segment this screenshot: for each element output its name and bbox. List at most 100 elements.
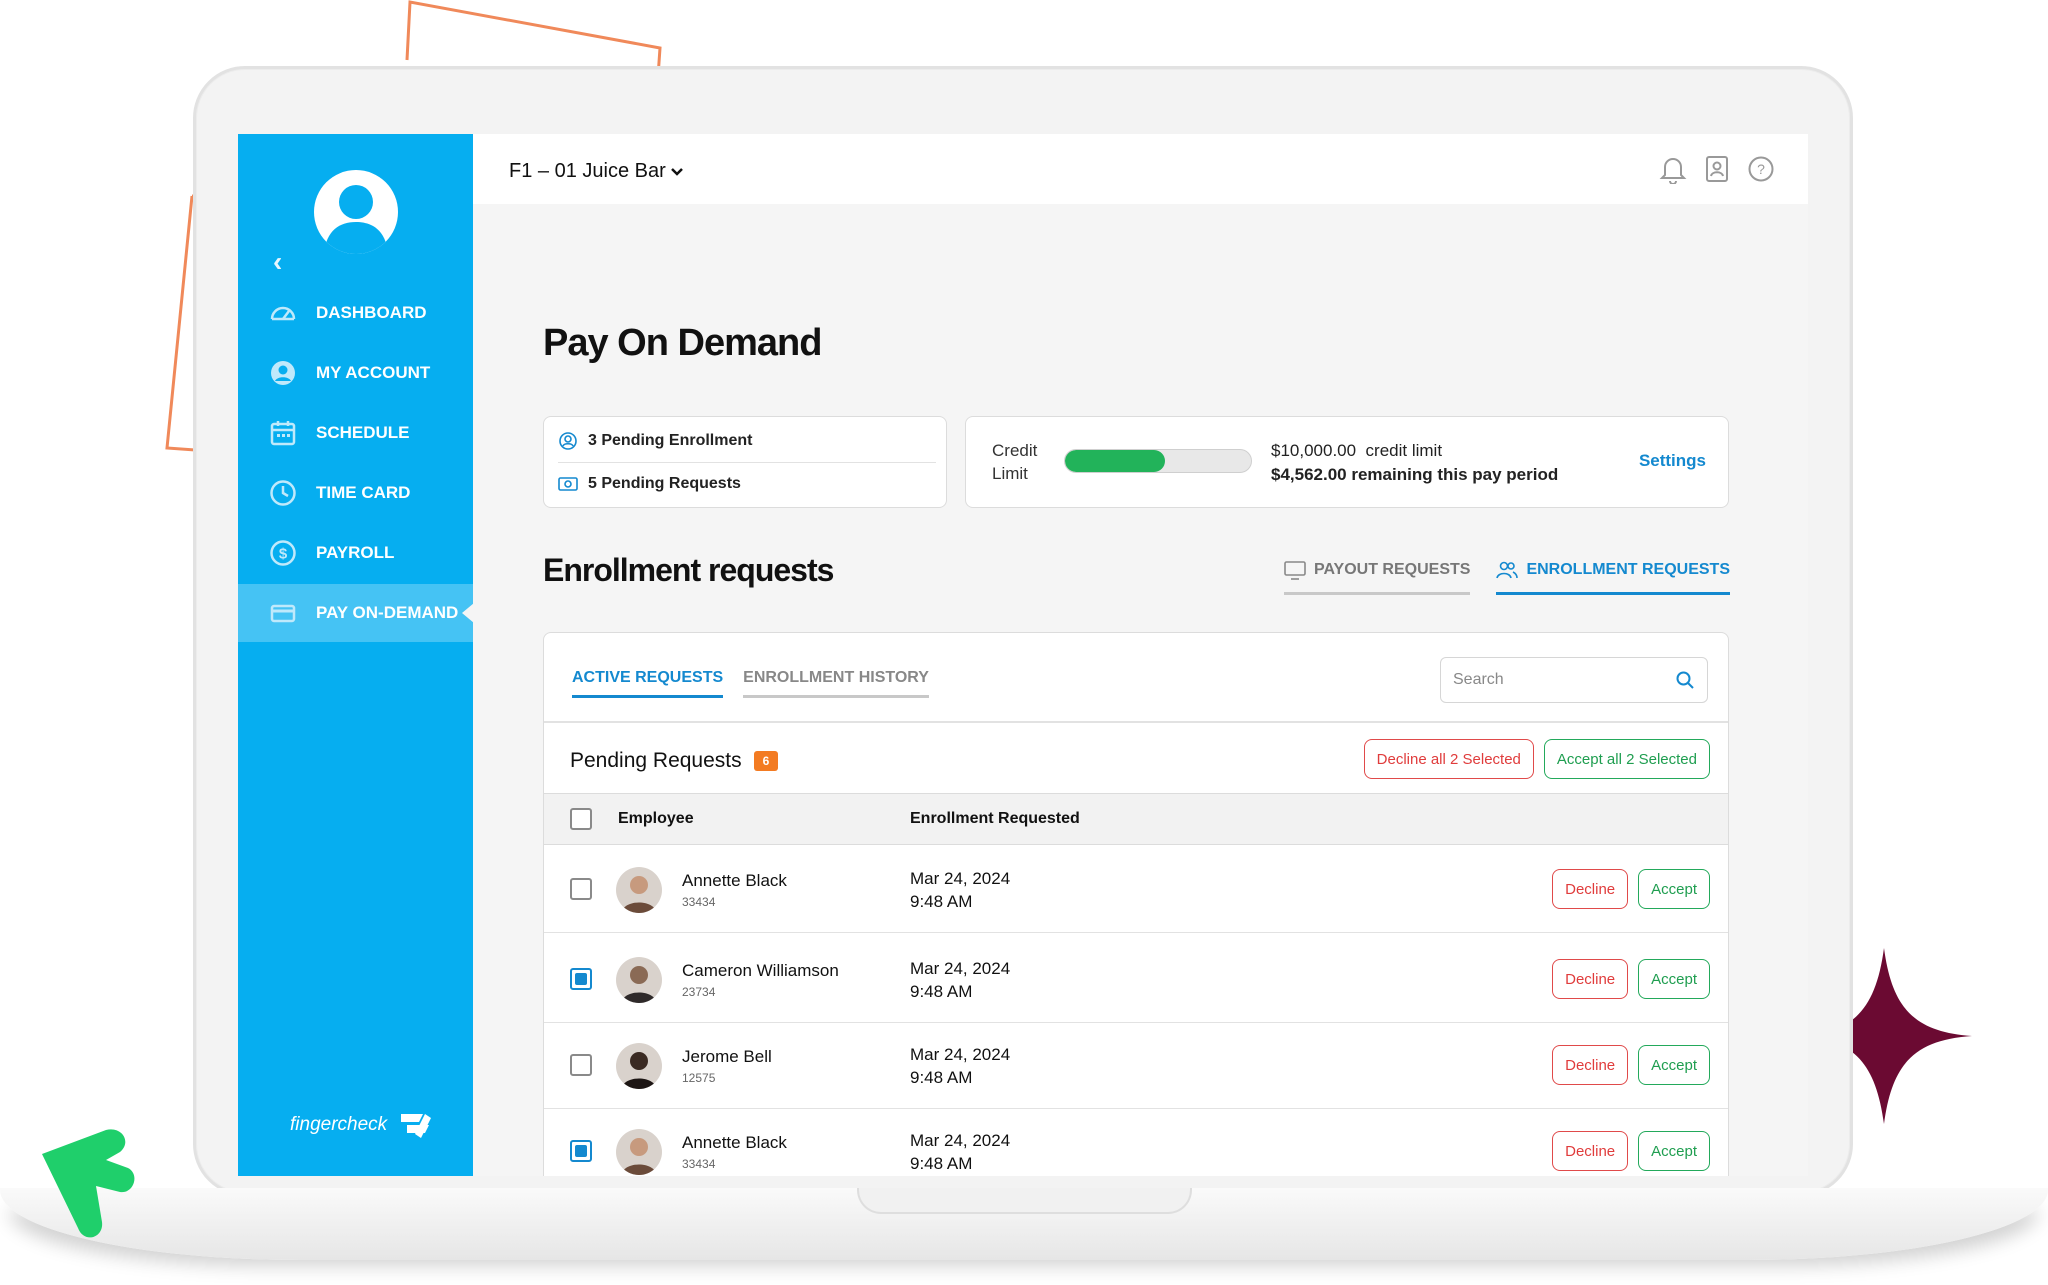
credit-progress-bar (1064, 449, 1252, 473)
pending-enrollment-item[interactable]: 3 Pending Enrollment (558, 431, 752, 451)
location-selector[interactable]: F1 – 01 Juice Bar (509, 160, 684, 183)
brand-logo: fingercheck (290, 1110, 433, 1140)
app-screen: ‹ DASHBOARD MY ACCOUNT SCHEDULE TIME CAR… (238, 134, 1808, 1176)
table-row: Annette Black 33434 Mar 24, 2024 9:48 AM… (544, 1107, 1728, 1176)
row-checkbox[interactable] (570, 1140, 592, 1162)
sub-tabs: ACTIVE REQUESTS ENROLLMENT HISTORY (572, 669, 929, 698)
credit-limit-card: Credit Limit $10,000.00 credit limit $4,… (965, 416, 1729, 508)
pending-requests-item[interactable]: 5 Pending Requests (558, 475, 741, 493)
main-content: Pay On Demand 3 Pending Enrollment 5 Pen… (487, 204, 1808, 1176)
sidebar-item-label: PAYROLL (316, 543, 395, 562)
enrollment-requested-date: Mar 24, 2024 9:48 AM (910, 1043, 1010, 1089)
credit-limit-label: Credit Limit (992, 439, 1037, 485)
decline-button[interactable]: Decline (1552, 869, 1629, 909)
monitor-cash-icon (1284, 561, 1306, 580)
employee-id: 33434 (682, 1157, 716, 1171)
search-icon[interactable] (1675, 670, 1695, 690)
row-actions: Decline Accept (1552, 959, 1710, 999)
dollar-icon: $ (268, 538, 298, 568)
decline-button[interactable]: Decline (1552, 1131, 1629, 1171)
fingercheck-logo-icon (401, 1114, 432, 1138)
clock-icon (268, 478, 298, 508)
help-icon[interactable]: ? (1746, 154, 1776, 184)
chevron-down-icon (670, 167, 683, 176)
sidebar-item-payroll[interactable]: $ PAYROLL (238, 524, 473, 582)
enrollment-requested-date: Mar 24, 2024 9:48 AM (910, 867, 1010, 913)
top-icons: ? (1658, 154, 1776, 184)
decline-all-selected-button[interactable]: Decline all 2 Selected (1363, 739, 1534, 779)
request-time: 9:48 AM (910, 892, 973, 911)
request-date: Mar 24, 2024 (910, 1045, 1011, 1064)
sidebar-item-time-card[interactable]: TIME CARD (238, 464, 473, 522)
tab-enrollment-history[interactable]: ENROLLMENT HISTORY (743, 669, 929, 698)
employee-avatar (616, 1129, 662, 1175)
request-date: Mar 24, 2024 (910, 1131, 1011, 1150)
sidebar-item-label: TIME CARD (316, 483, 411, 502)
request-type-tabs: PAYOUT REQUESTS ENROLLMENT REQUESTS (1283, 560, 1730, 595)
employee-avatar (616, 1043, 662, 1089)
sidebar-item-pay-on-demand[interactable]: PAY ON-DEMAND (238, 584, 474, 642)
employee-id: 33434 (682, 895, 716, 909)
green-arrow-decoration (42, 1129, 135, 1238)
pending-requests-title: Pending Requests (570, 749, 742, 772)
credit-label-line1: Credit (992, 441, 1038, 460)
row-checkbox[interactable] (570, 968, 592, 990)
select-all-checkbox[interactable] (570, 808, 592, 830)
section-title: Enrollment requests (543, 552, 834, 588)
contact-card-icon[interactable] (1702, 154, 1732, 184)
request-time: 9:48 AM (910, 982, 973, 1001)
sidebar-item-dashboard[interactable]: DASHBOARD (238, 284, 473, 342)
bulk-actions: Decline all 2 Selected Accept all 2 Sele… (1363, 739, 1710, 779)
users-icon (1496, 561, 1519, 579)
table-header: Employee Enrollment Requested (544, 793, 1728, 845)
employee-id: 23734 (682, 985, 716, 999)
pending-enrollment-text: 3 Pending Enrollment (588, 432, 753, 449)
decline-button[interactable]: Decline (1552, 959, 1629, 999)
request-date: Mar 24, 2024 (910, 959, 1011, 978)
collapse-sidebar-icon[interactable]: ‹ (273, 246, 282, 278)
credit-limit-line: $10,000.00 credit limit (1271, 439, 1558, 463)
card-icon (268, 598, 298, 628)
row-checkbox[interactable] (570, 878, 592, 900)
accept-all-selected-button[interactable]: Accept all 2 Selected (1543, 739, 1710, 779)
sidebar-item-my-account[interactable]: MY ACCOUNT (238, 344, 473, 402)
accept-button[interactable]: Accept (1638, 1045, 1710, 1085)
accept-button[interactable]: Accept (1638, 869, 1710, 909)
request-time: 9:48 AM (910, 1068, 973, 1087)
row-checkbox[interactable] (570, 1054, 592, 1076)
brand-name: fingercheck (290, 1114, 388, 1135)
accept-button[interactable]: Accept (1638, 959, 1710, 999)
decline-button[interactable]: Decline (1552, 1045, 1629, 1085)
employee-name: Annette Black (682, 871, 787, 890)
user-silhouette-icon (324, 185, 388, 254)
cash-icon (558, 477, 578, 491)
calendar-icon (268, 418, 298, 448)
svg-text:$: $ (279, 546, 288, 563)
divider (544, 721, 1728, 723)
tab-payout-requests[interactable]: PAYOUT REQUESTS (1283, 560, 1471, 595)
tab-active-requests[interactable]: ACTIVE REQUESTS (572, 669, 724, 698)
enrollment-requested-date: Mar 24, 2024 9:48 AM (910, 1129, 1010, 1175)
employee-name: Annette Black (682, 1133, 787, 1152)
settings-link[interactable]: Settings (1639, 451, 1706, 471)
table-row: Cameron Williamson 23734 Mar 24, 2024 9:… (544, 935, 1728, 1023)
sidebar-item-label: DASHBOARD (316, 303, 427, 322)
speedometer-icon (268, 298, 298, 328)
bell-icon[interactable] (1658, 154, 1688, 184)
tab-enrollment-requests[interactable]: ENROLLMENT REQUESTS (1496, 560, 1730, 595)
pending-count-badge: 6 (753, 751, 779, 771)
accept-button[interactable]: Accept (1638, 1131, 1710, 1171)
request-time: 9:48 AM (910, 1154, 973, 1173)
pending-summary-card: 3 Pending Enrollment 5 Pending Requests (543, 416, 947, 508)
svg-text:?: ? (1757, 161, 1765, 177)
user-circle-outline-icon (559, 432, 577, 450)
column-header-enrollment-requested: Enrollment Requested (910, 810, 1080, 827)
divider (558, 462, 936, 463)
enrollment-requests-card: ACTIVE REQUESTS ENROLLMENT HISTORY Pendi… (543, 632, 1729, 1176)
tab-label: PAYOUT REQUESTS (1313, 561, 1471, 578)
search-input[interactable] (1453, 671, 1675, 689)
sidebar-item-schedule[interactable]: SCHEDULE (238, 404, 473, 462)
request-date: Mar 24, 2024 (910, 869, 1011, 888)
pending-requests-header: Pending Requests 6 (570, 749, 779, 773)
user-avatar[interactable] (314, 170, 398, 254)
